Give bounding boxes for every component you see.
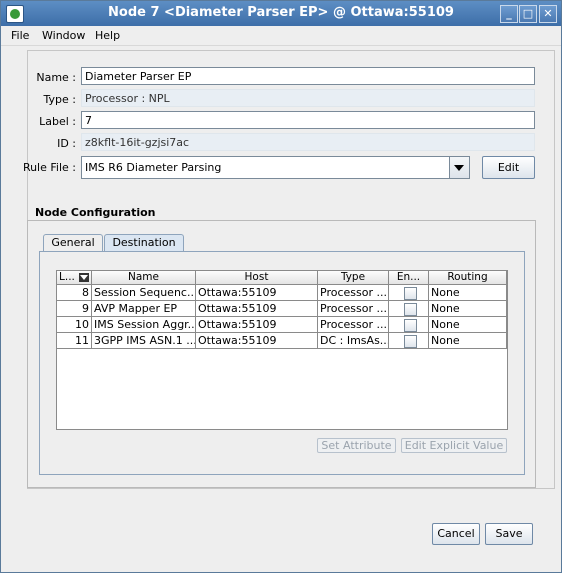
column-header-enabled[interactable]: En... (389, 271, 429, 285)
cell-type: Processor ... (318, 285, 389, 301)
type-label: Type : (43, 93, 76, 106)
menu-file[interactable]: File (11, 29, 29, 42)
rule-file-value: IMS R6 Diameter Parsing (85, 161, 222, 174)
cell-enabled (389, 285, 429, 301)
column-header-host[interactable]: Host (196, 271, 318, 285)
cell-label: 9 (57, 301, 92, 317)
cell-host: Ottawa:55109 (196, 285, 318, 301)
cell-host: Ottawa:55109 (196, 317, 318, 333)
cancel-button[interactable]: Cancel (432, 523, 480, 545)
column-header-routing[interactable]: Routing (429, 271, 507, 285)
enabled-checkbox[interactable] (404, 303, 417, 316)
cell-enabled (389, 333, 429, 349)
column-label-text: L... (59, 271, 75, 283)
cell-name: IMS Session Aggr... (92, 317, 196, 333)
enabled-checkbox[interactable] (404, 319, 417, 332)
rule-file-dropdown[interactable]: IMS R6 Diameter Parsing (81, 156, 470, 179)
cell-routing: None (429, 317, 507, 333)
table-row[interactable]: 11 3GPP IMS ASN.1 ... Ottawa:55109 DC : … (57, 333, 507, 349)
name-label: Name : (36, 71, 76, 84)
cell-name: Session Sequenc... (92, 285, 196, 301)
cell-enabled (389, 317, 429, 333)
menu-help[interactable]: Help (95, 29, 120, 42)
id-field: z8kflt-16it-gzjsi7ac (81, 133, 535, 151)
cell-type: Processor ... (318, 301, 389, 317)
node-config-title: Node Configuration (35, 206, 156, 219)
table-row[interactable]: 10 IMS Session Aggr... Ottawa:55109 Proc… (57, 317, 507, 333)
rule-file-label: Rule File : (22, 161, 76, 174)
cell-host: Ottawa:55109 (196, 333, 318, 349)
column-header-name[interactable]: Name (92, 271, 196, 285)
menu-window[interactable]: Window (42, 29, 85, 42)
column-header-label[interactable]: L... (57, 271, 92, 285)
tab-destination[interactable]: Destination (104, 234, 184, 252)
label-label: Label : (39, 115, 76, 128)
minimize-button[interactable]: _ (500, 5, 518, 23)
cell-type: Processor ... (318, 317, 389, 333)
menu-bar: File Window Help (1, 26, 561, 46)
set-attribute-button[interactable]: Set Attribute (317, 438, 396, 453)
cell-label: 11 (57, 333, 92, 349)
destination-table[interactable]: L... Name Host Type En... Routing 8 Sess… (56, 270, 508, 430)
sort-down-icon[interactable] (79, 273, 89, 282)
cell-label: 8 (57, 285, 92, 301)
maximize-button[interactable]: □ (519, 5, 537, 23)
tab-general[interactable]: General (43, 234, 103, 252)
id-label: ID : (57, 137, 76, 150)
table-row[interactable]: 8 Session Sequenc... Ottawa:55109 Proces… (57, 285, 507, 301)
cell-enabled (389, 301, 429, 317)
cell-type: DC : ImsAs... (318, 333, 389, 349)
cell-host: Ottawa:55109 (196, 301, 318, 317)
table-row[interactable]: 9 AVP Mapper EP Ottawa:55109 Processor .… (57, 301, 507, 317)
cell-routing: None (429, 333, 507, 349)
cell-routing: None (429, 301, 507, 317)
window-title: Node 7 <Diameter Parser EP> @ Ottawa:551… (108, 5, 454, 20)
name-field[interactable]: Diameter Parser EP (81, 67, 535, 85)
chevron-down-icon[interactable] (449, 157, 469, 178)
edit-button[interactable]: Edit (482, 156, 535, 179)
save-button[interactable]: Save (485, 523, 533, 545)
title-bar[interactable]: Node 7 <Diameter Parser EP> @ Ottawa:551… (1, 1, 561, 26)
close-button[interactable]: ✕ (539, 5, 557, 23)
column-header-type[interactable]: Type (318, 271, 389, 285)
cell-label: 10 (57, 317, 92, 333)
node-window: Node 7 <Diameter Parser EP> @ Ottawa:551… (0, 0, 562, 573)
type-field: Processor : NPL (81, 89, 535, 107)
cell-name: AVP Mapper EP (92, 301, 196, 317)
enabled-checkbox[interactable] (404, 287, 417, 300)
label-field[interactable]: 7 (81, 111, 535, 129)
cell-name: 3GPP IMS ASN.1 ... (92, 333, 196, 349)
cell-routing: None (429, 285, 507, 301)
enabled-checkbox[interactable] (404, 335, 417, 348)
edit-explicit-value-button[interactable]: Edit Explicit Value (401, 438, 507, 453)
